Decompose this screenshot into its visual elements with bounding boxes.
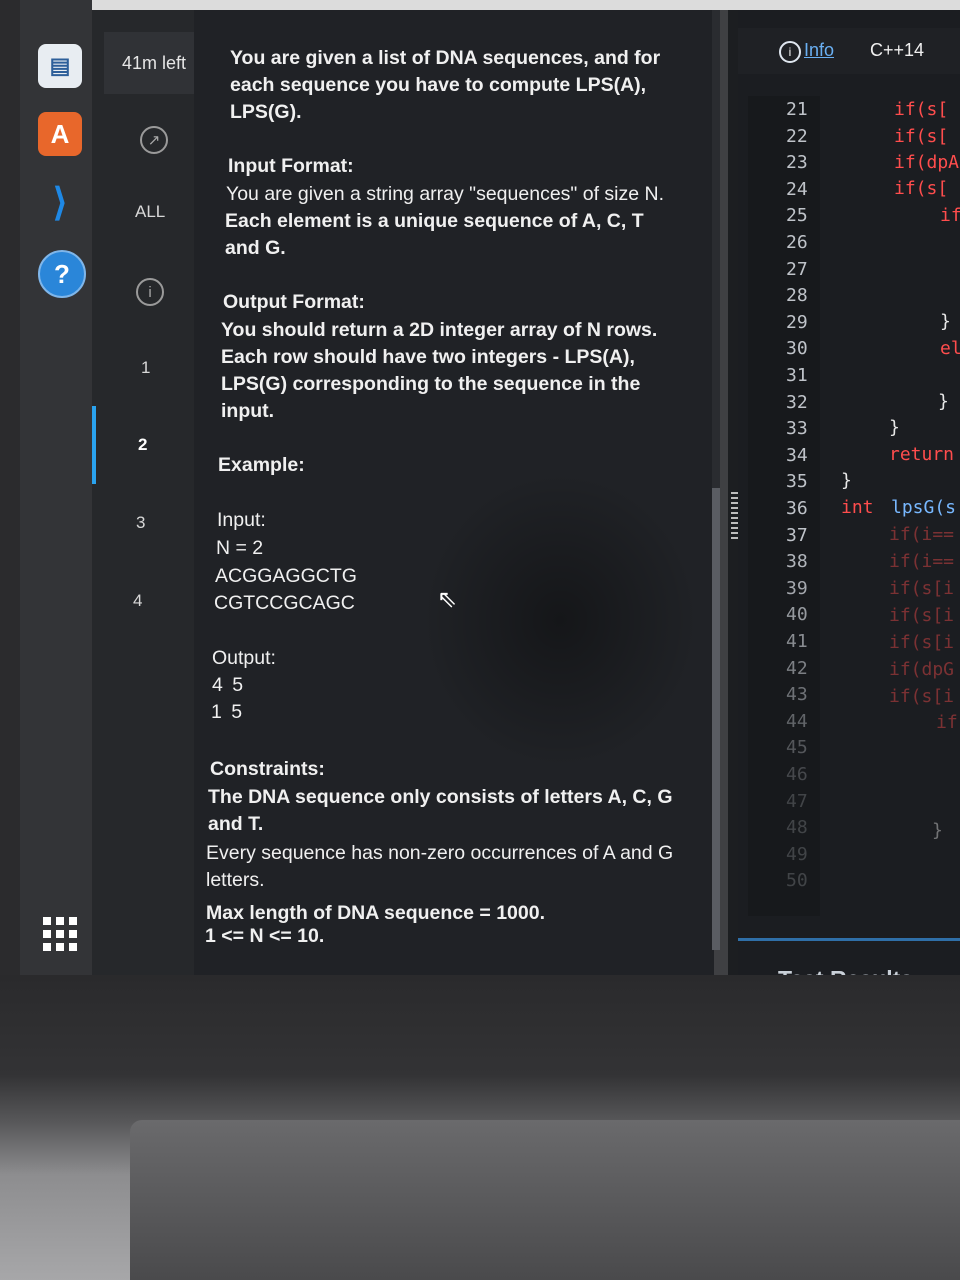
line-number: 37 — [786, 524, 808, 546]
info-link[interactable]: Info — [804, 40, 834, 61]
qnav-item-4[interactable]: 4 — [133, 591, 142, 611]
line-number: 42 — [786, 657, 808, 679]
timer-badge: 41m left — [104, 32, 204, 94]
input-format-line2: Each element is a unique sequence of A, … — [225, 210, 644, 259]
constraints-line2: Every sequence has non-zero occurrences … — [206, 842, 674, 891]
code-line-37[interactable]: if(i== — [889, 524, 954, 545]
code-line-29[interactable]: } — [940, 311, 951, 332]
line-number-gutter — [748, 96, 820, 916]
writer-icon[interactable]: ▤ — [38, 44, 82, 88]
code-line-38[interactable]: if(i== — [889, 551, 954, 572]
line-number: 28 — [786, 285, 808, 307]
line-number: 26 — [786, 232, 808, 253]
code-line-25[interactable]: if — [940, 205, 960, 226]
line-number: 47 — [786, 790, 808, 812]
editor-divider — [738, 938, 960, 941]
code-line-41[interactable]: if(s[i — [889, 632, 954, 653]
vscode-icon[interactable]: ⟩ — [38, 180, 82, 224]
code-line-21[interactable]: if(s[ — [894, 99, 948, 120]
input-format-line1: You are given a string array "sequences"… — [226, 183, 665, 205]
code-line-48[interactable]: } — [932, 820, 943, 841]
line-number: 38 — [786, 551, 808, 573]
line-number: 39 — [786, 577, 808, 599]
line-number: 35 — [786, 471, 808, 493]
info-circle-icon[interactable]: i — [136, 278, 164, 306]
show-apps-icon[interactable] — [38, 912, 82, 956]
code-line-33[interactable]: } — [889, 417, 900, 438]
screen-bezel-left — [0, 0, 20, 980]
qnav-item-3[interactable]: 3 — [136, 513, 145, 533]
code-line-36-keyword[interactable]: int — [841, 497, 874, 518]
qnav-item-1[interactable]: 1 — [141, 358, 150, 378]
example-input-label: Input: — [217, 509, 266, 531]
code-line-43[interactable]: if(s[i — [889, 686, 954, 707]
question-navigator — [92, 10, 194, 975]
qnav-active-indicator — [92, 406, 96, 484]
problem-intro: You are given a list of DNA sequences, a… — [230, 47, 661, 123]
code-line-36-function[interactable]: lpsG(s — [891, 497, 956, 518]
line-number: 31 — [786, 365, 808, 386]
constraints-line1: The DNA sequence only consists of letter… — [208, 786, 673, 835]
line-number: 30 — [786, 338, 808, 360]
line-number: 49 — [786, 843, 808, 865]
line-number: 32 — [786, 391, 808, 413]
line-number: 25 — [786, 205, 808, 227]
input-format-title: Input Format: — [228, 155, 354, 177]
example-input-n: N = 2 — [216, 537, 264, 559]
line-number: 41 — [786, 631, 808, 652]
line-number: 33 — [786, 418, 808, 440]
line-number: 45 — [786, 737, 808, 759]
line-number: 40 — [786, 604, 808, 626]
laptop-hinge — [130, 1120, 960, 1280]
info-icon[interactable]: i — [779, 41, 801, 63]
line-number: 48 — [786, 817, 808, 839]
line-number: 43 — [786, 684, 808, 706]
line-number: 24 — [786, 178, 808, 200]
constraints-title: Constraints: — [210, 758, 325, 780]
line-number: 34 — [786, 444, 808, 466]
line-number: 29 — [786, 311, 808, 333]
help-icon[interactable]: ? — [38, 250, 86, 298]
editor-header — [738, 28, 960, 74]
example-output-row1: 4 5 — [212, 674, 246, 696]
output-format-text: You should return a 2D integer array of … — [221, 319, 658, 422]
mouse-cursor-icon: ⇖ — [437, 586, 458, 613]
code-line-30[interactable]: el — [940, 338, 960, 359]
constraints-line4: 1 <= N <= 10. — [205, 925, 325, 947]
code-line-40[interactable]: if(s[i — [889, 605, 954, 626]
line-number: 44 — [786, 710, 808, 732]
example-title: Example: — [218, 454, 305, 476]
code-line-35[interactable]: } — [841, 470, 852, 491]
code-line-32[interactable]: } — [938, 391, 949, 412]
code-line-23[interactable]: if(dpA — [894, 152, 959, 173]
app-store-icon[interactable]: A — [38, 112, 82, 156]
code-line-42[interactable]: if(dpG — [889, 659, 954, 680]
browser-toolbar — [92, 0, 960, 10]
code-line-34[interactable]: return — [889, 444, 954, 465]
line-number: 21 — [786, 99, 808, 120]
ubuntu-dock: ▤ A ⟩ ? — [20, 0, 92, 975]
qnav-item-2[interactable]: 2 — [138, 435, 147, 455]
line-number: 50 — [786, 870, 808, 892]
problem-scrollbar-thumb[interactable] — [712, 488, 720, 950]
line-number: 27 — [786, 258, 808, 280]
line-number: 22 — [786, 125, 808, 147]
code-line-39[interactable]: if(s[i — [889, 578, 954, 599]
output-format-title: Output Format: — [223, 291, 365, 313]
code-line-44[interactable]: if — [936, 712, 958, 733]
line-number: 46 — [786, 764, 808, 785]
example-output-row2: 1 5 — [211, 701, 245, 723]
code-line-22[interactable]: if(s[ — [894, 126, 948, 147]
line-number: 36 — [786, 498, 808, 519]
code-line-24[interactable]: if(s[ — [894, 178, 948, 199]
line-number: 23 — [786, 152, 808, 174]
pin-icon[interactable]: ↗ — [140, 126, 168, 154]
qnav-all[interactable]: ALL — [135, 202, 165, 222]
language-selector[interactable]: C++14 — [870, 40, 924, 61]
example-output-label: Output: — [212, 647, 276, 669]
